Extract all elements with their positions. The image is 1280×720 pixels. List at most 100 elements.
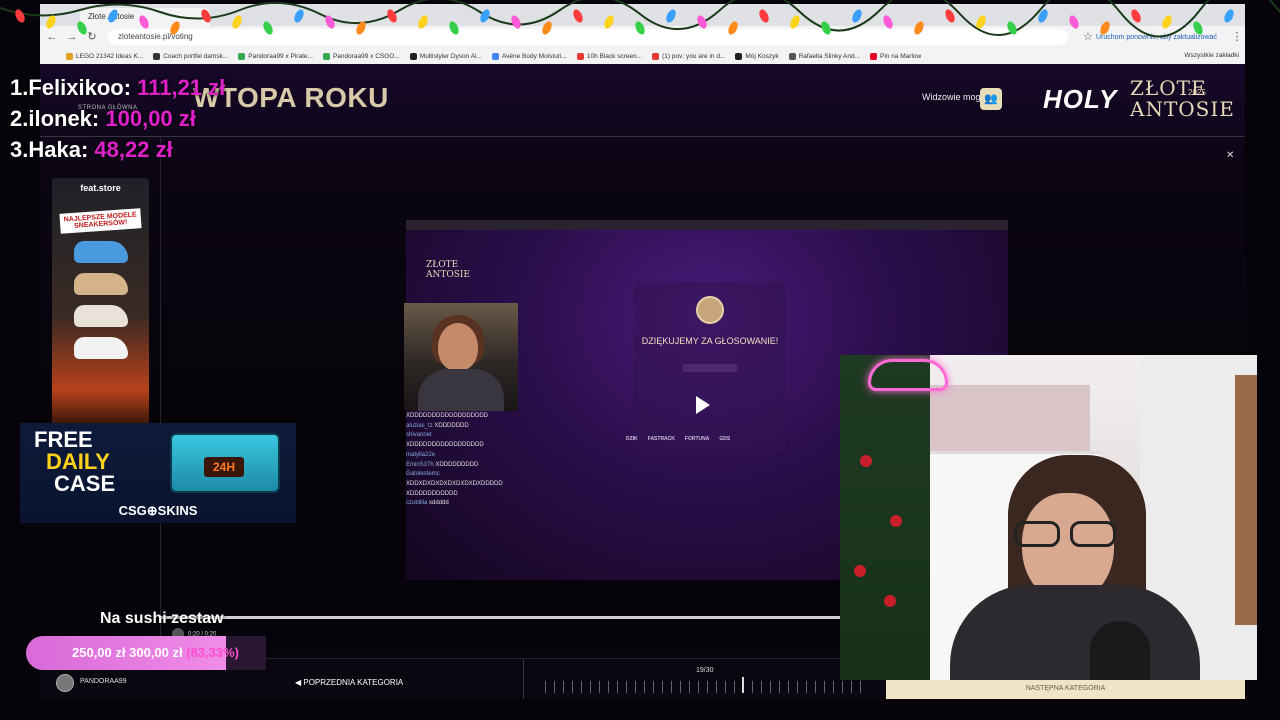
logo-line: ANTOSIE bbox=[1130, 97, 1235, 121]
bookmark-item[interactable]: Coach portfel damsk... bbox=[153, 52, 229, 60]
bookmark-label: Pin na Marlow bbox=[880, 52, 922, 60]
bookmark-item[interactable]: Multistyler Dyson Ai... bbox=[409, 52, 482, 60]
chat-message: XDDDDDDDDDDDDDDDDD bbox=[406, 441, 518, 451]
reload-icon[interactable]: ↻ bbox=[84, 29, 100, 45]
donation-leaderboard: 1.Felixikoo: 111,21 zł 2.ilonek: 100,00 … bbox=[10, 72, 225, 165]
next-category-button[interactable]: NASTĘPNA KATEGORIA bbox=[886, 679, 1245, 699]
all-bookmarks[interactable]: Wszystkie zakładki bbox=[1184, 52, 1239, 59]
bar-divider bbox=[523, 659, 524, 699]
forward-arrow-icon[interactable]: → bbox=[64, 29, 80, 45]
webcam-face bbox=[438, 323, 478, 371]
chat-user: EminS37h bbox=[406, 461, 434, 468]
bookmark-favicon-icon bbox=[652, 52, 660, 60]
bookmark-item[interactable]: Pandoraa99 x CSGO... bbox=[322, 52, 400, 60]
bookmark-item[interactable]: Mój Koszyk bbox=[735, 52, 779, 60]
glasses bbox=[1014, 521, 1118, 547]
bookmark-favicon-icon bbox=[491, 52, 499, 60]
sponsor-logo: FORTUNA bbox=[684, 436, 710, 442]
leaderboard-row: 2.ilonek: 100,00 zł bbox=[10, 103, 225, 134]
viewers-icon[interactable]: 👥 bbox=[980, 88, 1002, 110]
username: PANDORAA99 bbox=[80, 678, 127, 685]
sponsor-logo: FASTRACK bbox=[647, 436, 675, 442]
logo-line: ZŁOTE bbox=[1130, 76, 1207, 100]
sneakers-ad[interactable]: feat.store NAJLEPSZE MODELE SNEAKERSÓW! bbox=[52, 178, 149, 428]
leader-amount: 111,21 zł bbox=[137, 75, 226, 100]
chat-message: XDDDDDDDDDDD bbox=[406, 490, 518, 500]
card-button[interactable] bbox=[682, 364, 738, 372]
sponsor-logo: GDS bbox=[719, 436, 731, 442]
navigation-row: ← → ↻ zloteantosie.pl/voting ☆ Uruchom p… bbox=[40, 26, 1245, 48]
user-avatar bbox=[56, 674, 74, 692]
bookmark-item[interactable]: Pandoraa99 x Pirate... bbox=[238, 52, 313, 60]
ad-line: DAILY bbox=[46, 449, 110, 474]
daily-case-ad[interactable]: FREE DAILY CASE 24H CSG⊕SKINS bbox=[20, 423, 296, 523]
chat-message: shivannet bbox=[406, 431, 518, 441]
thanks-heading: DZIĘKUJEMY ZA GŁOSOWANIE! bbox=[641, 336, 779, 346]
sponsor-logos: DZIK FASTRACK FORTUNA GDS bbox=[626, 436, 730, 442]
chat-message: matylla22e bbox=[406, 451, 518, 461]
play-icon[interactable] bbox=[696, 396, 710, 414]
sneaker-image bbox=[73, 273, 128, 295]
chat-user: Gatolestemc bbox=[406, 471, 440, 478]
bookmark-favicon-icon bbox=[576, 52, 584, 60]
bookmark-label: LEGO 21342 Ideas K... bbox=[76, 52, 144, 60]
ad-line: CASE bbox=[54, 471, 116, 496]
csgo-skins-logo: CSG⊕SKINS bbox=[118, 503, 198, 518]
webcam-shelf bbox=[930, 385, 1090, 455]
sponsor-logo: DZIK bbox=[626, 436, 638, 442]
bookmark-label: Multistyler Dyson Ai... bbox=[419, 52, 482, 60]
bookmark-item[interactable]: LEGO 21342 Ideas K... bbox=[66, 52, 144, 60]
donation-goal-title: Na sushi zestaw bbox=[100, 610, 224, 627]
logo-line: ANTOSIE bbox=[426, 270, 471, 280]
bookmark-favicon-icon bbox=[788, 52, 796, 60]
chat-user: aluzias_tz bbox=[406, 422, 433, 429]
back-arrow-icon[interactable]: ← bbox=[44, 29, 60, 45]
sneaker-image bbox=[73, 241, 128, 263]
bookmark-favicon-icon bbox=[870, 52, 878, 60]
address-bar[interactable]: zloteantosie.pl/voting bbox=[108, 29, 1068, 45]
bookmark-item[interactable]: Pin na Marlow bbox=[870, 52, 922, 60]
bookmark-item[interactable]: 10h Black screen... bbox=[576, 52, 643, 60]
bookmark-label: (1) pov: you are in d... bbox=[662, 52, 726, 60]
chat-message: aluzias_tz XDDDDDDD bbox=[406, 422, 518, 432]
chat-text: XDDDDDDDDDDDDDDDDDD bbox=[406, 413, 488, 419]
ornament bbox=[884, 595, 896, 607]
ad-tagline: NAJLEPSZE MODELE SNEAKERSÓW! bbox=[59, 208, 142, 234]
webcam-body bbox=[418, 369, 504, 411]
chat-text: XDDDDDDDDDDD bbox=[406, 490, 458, 497]
zlote-antosie-logo: ZŁOTE ANTOSIE bbox=[1130, 78, 1235, 120]
browser-tab[interactable]: Złote Antosie bbox=[80, 8, 210, 26]
update-hint[interactable]: Uruchom ponownie, aby zaktualizować bbox=[1096, 34, 1217, 41]
bookmark-label: 10h Black screen... bbox=[586, 52, 643, 60]
bookmark-item[interactable]: Rafaella Slinky And... bbox=[788, 52, 860, 60]
tab-bar: Złote Antosie bbox=[40, 4, 1245, 26]
case-display: 24H bbox=[204, 457, 244, 477]
stream-screen: Złote Antosie ← → ↻ zloteantosie.pl/voti… bbox=[0, 0, 1280, 720]
bookmark-label: Coach portfel damsk... bbox=[163, 52, 229, 60]
bookmark-label: Pandoraa99 x CSGO... bbox=[332, 52, 400, 60]
ornament bbox=[890, 515, 902, 527]
embedded-webcam bbox=[404, 303, 518, 411]
close-icon[interactable]: ✕ bbox=[1226, 150, 1234, 161]
star-icon[interactable]: ☆ bbox=[1080, 29, 1096, 45]
leaderboard-row: 3.Haka: 48,22 zł bbox=[10, 134, 225, 165]
streamer-webcam bbox=[840, 355, 1257, 680]
goal-target: 300,00 zł bbox=[129, 645, 183, 660]
bookmark-favicon-icon bbox=[409, 52, 417, 60]
bookmark-favicon-icon bbox=[66, 52, 73, 60]
leader-name: 3.Haka: bbox=[10, 137, 89, 162]
bookmark-label: Avène Body Moisturi... bbox=[501, 52, 567, 60]
bookmark-favicon-icon bbox=[735, 52, 743, 60]
bookmark-label: Pandoraa99 x Pirate... bbox=[248, 52, 313, 60]
bookmark-item[interactable]: (1) pov: you are in d... bbox=[652, 52, 726, 60]
card-body bbox=[644, 352, 776, 358]
previous-category-button[interactable]: ◀ POPRZEDNIA KATEGORIA bbox=[295, 678, 403, 687]
bookmark-item[interactable]: Avène Body Moisturi... bbox=[491, 52, 567, 60]
chat-text: XDDDDDDD bbox=[434, 422, 469, 429]
ornament bbox=[860, 455, 872, 467]
logo-year: 2025 bbox=[1188, 88, 1206, 97]
menu-icon[interactable]: ⋮ bbox=[1229, 29, 1245, 45]
chat-text: XDDDDDDDDD bbox=[435, 461, 479, 468]
chat-message: XDDDDDDDDDDDDDDDDDD bbox=[406, 412, 518, 422]
logo-line: ZŁOTE bbox=[426, 260, 459, 270]
